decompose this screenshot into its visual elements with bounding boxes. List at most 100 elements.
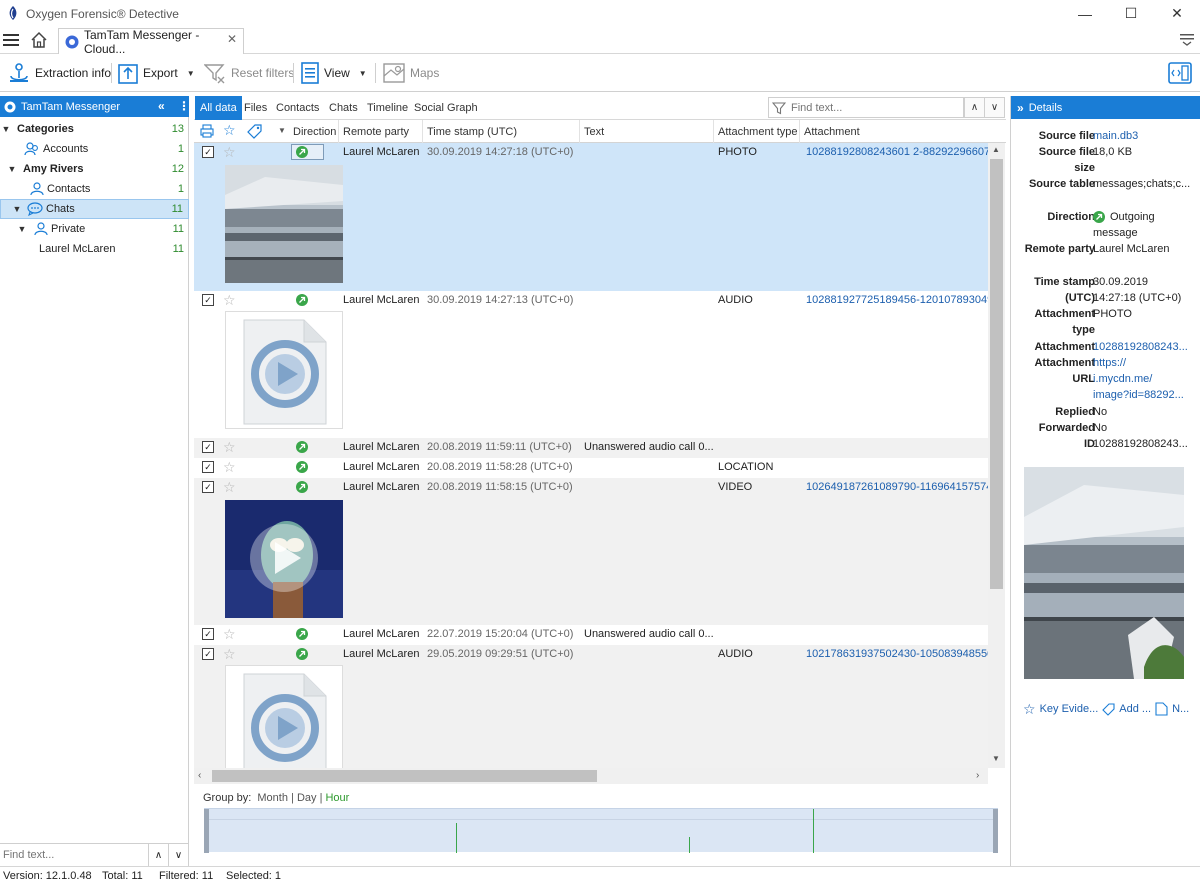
find-previous-icon[interactable]: ∧ (148, 844, 168, 866)
vertical-scrollbar[interactable]: ▲ ▼ (988, 143, 1005, 768)
row-star-icon[interactable]: ☆ (223, 144, 236, 161)
attachment-link-cell[interactable]: 102881927725189456-1201078930495 (806, 294, 988, 306)
audio-file-thumbnail[interactable] (225, 311, 343, 429)
horizontal-scroll-thumb[interactable] (212, 770, 597, 782)
row-checkbox[interactable]: ✓ (202, 461, 214, 473)
grid-find-input[interactable] (791, 101, 951, 114)
tag-icon[interactable] (247, 124, 262, 139)
detail-value-link[interactable]: 10288192808243... (1093, 339, 1193, 355)
scroll-up-icon[interactable]: ▲ (992, 145, 1000, 154)
tab-social-graph[interactable]: Social Graph (409, 96, 483, 120)
tree-item-amy-rivers[interactable]: ▼ Amy Rivers 12 (0, 159, 189, 179)
row-star-icon[interactable]: ☆ (223, 626, 236, 643)
star-column-icon[interactable]: ☆ (223, 122, 236, 139)
extraction-info-button[interactable]: Extraction info (8, 60, 111, 86)
table-row[interactable]: ✓ ☆ Laurel McLaren 30.09.2019 14:27:18 (… (194, 143, 988, 291)
find-up-button[interactable]: ∧ (964, 97, 985, 118)
row-checkbox[interactable]: ✓ (202, 648, 214, 660)
row-star-icon[interactable]: ☆ (223, 439, 236, 456)
column-direction[interactable]: Direction (289, 120, 339, 143)
row-checkbox[interactable]: ✓ (202, 441, 214, 453)
tree-item-accounts[interactable]: Accounts 1 (0, 139, 189, 159)
expand-chevron-icon[interactable]: ▼ (6, 164, 18, 174)
reset-filters-button[interactable]: Reset filters (204, 60, 294, 86)
table-row[interactable]: ✓ ☆ Laurel McLaren 20.08.2019 11:58:15 (… (194, 478, 988, 625)
scroll-right-icon[interactable]: › (976, 770, 979, 781)
add-tag-icon[interactable] (1102, 702, 1115, 716)
tab-tamtam-messenger[interactable]: TamTam Messenger - Cloud... ✕ (58, 28, 244, 56)
group-by-hour[interactable]: Hour (325, 792, 349, 804)
home-icon[interactable] (30, 31, 48, 49)
find-down-button[interactable]: ∨ (984, 97, 1005, 118)
attachment-link-cell[interactable]: 102178631937502430-1050839485503 (806, 648, 988, 660)
hamburger-menu-icon[interactable] (3, 33, 19, 47)
table-row[interactable]: ✓ ☆ Laurel McLaren 20.08.2019 11:59:11 (… (194, 438, 988, 458)
timeline-histogram[interactable] (204, 808, 998, 853)
row-star-icon[interactable]: ☆ (223, 459, 236, 476)
attachment-link-cell[interactable]: 102649187261089790-1169641575743 (806, 481, 988, 493)
note-icon[interactable] (1155, 702, 1168, 716)
expand-chevron-icon[interactable]: ▼ (11, 204, 23, 214)
tree-item-categories[interactable]: ▼ Categories 13 (0, 119, 189, 139)
tree-item-chats[interactable]: ▼ Chats 11 (0, 199, 189, 219)
row-checkbox[interactable]: ✓ (202, 294, 214, 306)
close-window-button[interactable]: ✕ (1154, 0, 1200, 27)
tree-item-contacts[interactable]: Contacts 1 (0, 179, 189, 199)
row-checkbox[interactable]: ✓ (202, 628, 214, 640)
range-end-handle[interactable] (993, 809, 998, 853)
column-remote-party[interactable]: Remote party (339, 120, 423, 143)
view-dropdown-icon[interactable]: ▼ (359, 69, 367, 78)
video-thumbnail[interactable] (225, 500, 343, 618)
column-attachment-type[interactable]: Attachment type (714, 120, 800, 143)
collapse-panel-icon[interactable]: « (158, 99, 165, 113)
column-sort-chevron-icon[interactable]: ▼ (278, 126, 286, 135)
export-dropdown-icon[interactable]: ▼ (187, 69, 195, 78)
table-row[interactable]: ✓ ☆ Laurel McLaren 29.05.2019 09:29:51 (… (194, 645, 988, 768)
tab-files[interactable]: Files (239, 96, 272, 120)
tree-item-private[interactable]: ▼ Private 11 (0, 219, 189, 239)
expand-chevron-icon[interactable]: ▼ (16, 224, 28, 234)
group-by-day[interactable]: Day (297, 792, 317, 804)
tab-timeline[interactable]: Timeline (362, 96, 413, 120)
attachment-preview-image[interactable] (1024, 467, 1184, 679)
row-star-icon[interactable]: ☆ (223, 479, 236, 496)
column-time-stamp[interactable]: Time stamp (UTC) (423, 120, 580, 143)
group-by-month[interactable]: Month (257, 792, 288, 804)
key-evidence-button[interactable]: Key Evide... (1040, 703, 1099, 715)
row-star-icon[interactable]: ☆ (223, 646, 236, 663)
tab-all-data[interactable]: All data (195, 96, 242, 120)
find-next-icon[interactable]: ∨ (168, 844, 188, 866)
row-checkbox[interactable]: ✓ (202, 146, 214, 158)
tree-item-laurel-mclaren[interactable]: Laurel McLaren 11 (0, 239, 189, 259)
panel-menu-icon[interactable]: ⋮ (178, 99, 190, 113)
tab-close-icon[interactable]: ✕ (227, 32, 237, 46)
detail-value-link[interactable]: https:// i.mycdn.me/ image?id=88292... (1093, 355, 1185, 403)
vertical-scroll-thumb[interactable] (990, 159, 1003, 589)
attachment-link-cell[interactable]: 10288192808243601 2-8829229660794 (806, 146, 988, 158)
add-tag-button[interactable]: Add ... (1119, 703, 1151, 715)
expand-chevron-icon[interactable]: ▼ (0, 124, 12, 134)
toggle-details-panel-icon[interactable] (1168, 62, 1192, 84)
expand-details-icon[interactable]: » (1017, 101, 1024, 115)
table-row[interactable]: ✓ ☆ Laurel McLaren 22.07.2019 15:20:04 (… (194, 625, 988, 645)
add-note-button[interactable]: N... (1172, 703, 1189, 715)
tab-contacts[interactable]: Contacts (271, 96, 324, 120)
left-find-input[interactable] (0, 848, 145, 861)
key-evidence-star-icon[interactable]: ☆ (1023, 701, 1036, 718)
table-row[interactable]: ✓ ☆ Laurel McLaren 20.08.2019 11:58:28 (… (194, 458, 988, 478)
view-button[interactable]: View ▼ (301, 60, 367, 86)
row-star-icon[interactable]: ☆ (223, 292, 236, 309)
tab-chats[interactable]: Chats (324, 96, 363, 120)
scroll-down-icon[interactable]: ▼ (992, 754, 1000, 763)
range-start-handle[interactable] (204, 809, 209, 853)
photo-thumbnail[interactable] (225, 165, 343, 283)
minimize-button[interactable]: — (1062, 0, 1108, 27)
table-row[interactable]: ✓ ☆ Laurel McLaren 30.09.2019 14:27:13 (… (194, 291, 988, 438)
detail-value-link[interactable]: main.db3 (1093, 128, 1193, 144)
column-attachment[interactable]: Attachment (800, 120, 988, 143)
options-menu-icon[interactable] (1180, 34, 1194, 46)
horizontal-scrollbar[interactable]: ‹ › (194, 768, 988, 784)
maps-button[interactable]: Maps (383, 60, 439, 86)
details-header[interactable]: » Details (1011, 96, 1200, 119)
print-icon[interactable] (200, 124, 214, 138)
